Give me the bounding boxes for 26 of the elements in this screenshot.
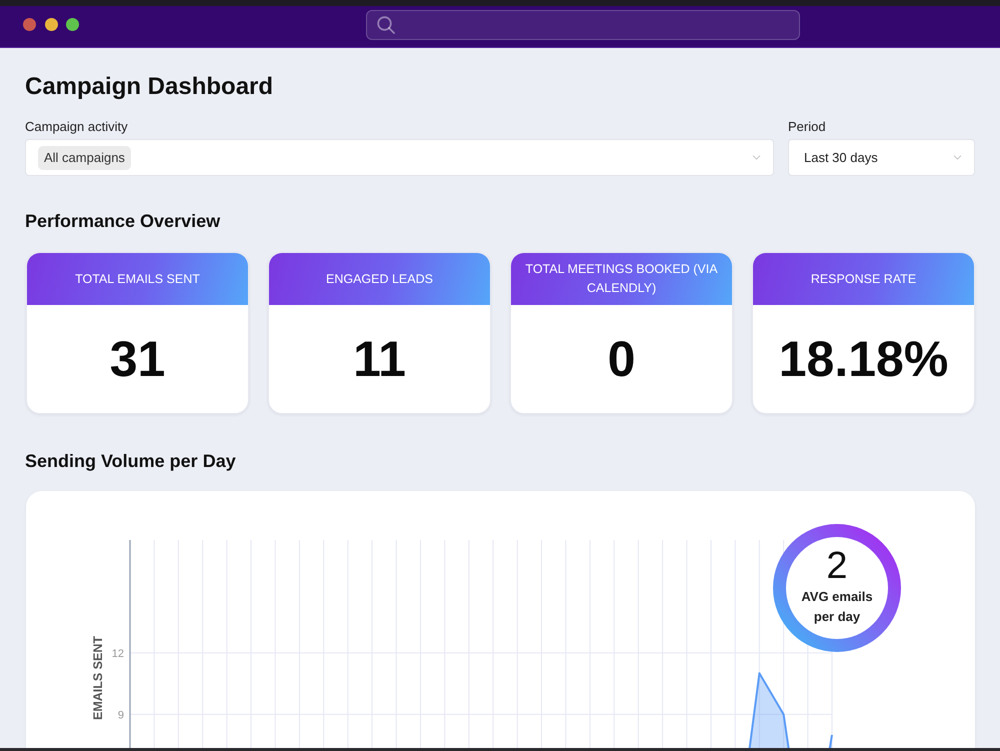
search-field[interactable]	[366, 10, 800, 40]
window-maximize-icon[interactable]	[66, 18, 79, 31]
section-heading: Performance Overview	[25, 210, 220, 232]
field-label: Campaign activity	[25, 119, 128, 135]
dropdown-field[interactable]: Last 30 days	[788, 139, 975, 176]
window-close-icon[interactable]	[23, 18, 36, 31]
search-icon	[377, 16, 395, 34]
stat-value: 11	[353, 330, 406, 388]
average-label: AVG emails per day	[800, 588, 874, 626]
multi-select-field[interactable]: All campaigns	[25, 139, 774, 176]
stat-value: 31	[110, 330, 166, 388]
window-minimize-icon[interactable]	[44, 18, 58, 31]
stat-card-header: TOTAL EMAILS SENT	[27, 253, 248, 305]
stat-value: 18.18%	[778, 330, 948, 388]
page-title: Campaign Dashboard	[25, 72, 274, 101]
filter-chip[interactable]: All campaigns	[38, 146, 131, 170]
y-axis-label: EMAILS SENT	[91, 636, 105, 720]
stat-card-header: RESPONSE RATE	[753, 253, 974, 305]
y-tick-label: 9	[118, 709, 124, 722]
stat-card-header: ENGAGED LEADS	[269, 253, 490, 305]
stat-card-header: TOTAL MEETINGS BOOKED (VIA CALENDLY)	[511, 253, 732, 305]
average-value: 2	[826, 545, 848, 587]
field-label: Period	[788, 119, 826, 135]
section-heading: Sending Volume per Day	[25, 450, 236, 472]
stat-value: 0	[608, 330, 636, 388]
y-tick-label: 12	[112, 648, 124, 660]
